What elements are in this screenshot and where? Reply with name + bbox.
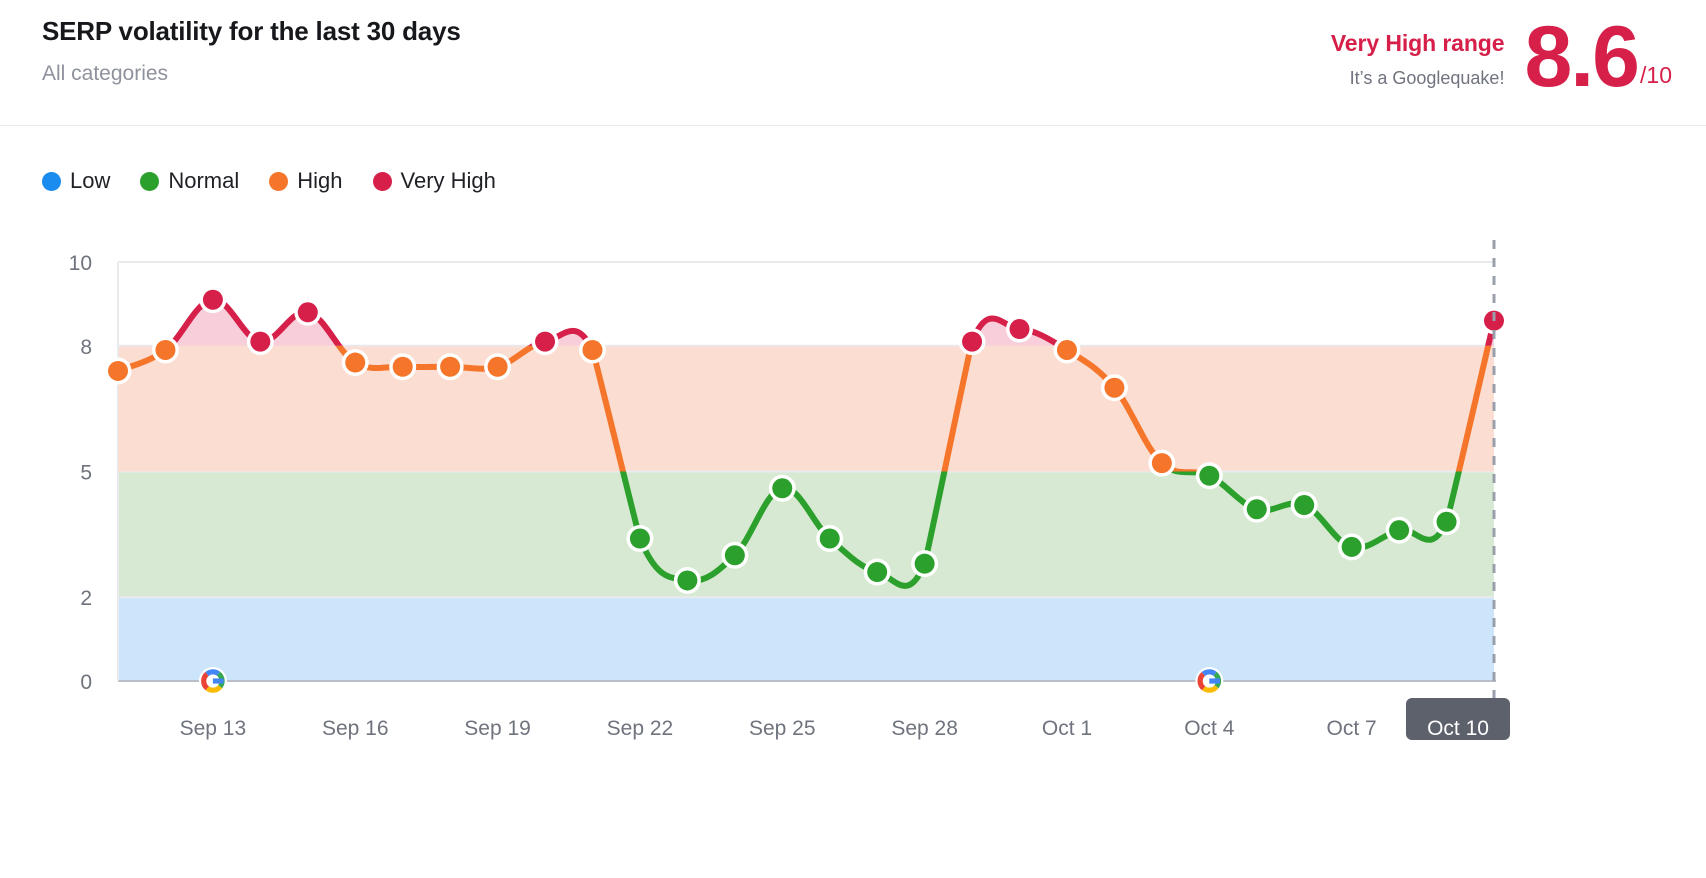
data-point[interactable] bbox=[914, 553, 935, 574]
data-point[interactable] bbox=[1151, 453, 1172, 474]
legend-label-low: Low bbox=[70, 168, 111, 193]
data-point[interactable] bbox=[724, 545, 745, 566]
legend-label-very-high: Very High bbox=[400, 168, 496, 193]
y-tick-label: 2 bbox=[80, 587, 92, 610]
legend-item-low[interactable]: Low bbox=[42, 168, 110, 194]
data-point[interactable] bbox=[867, 562, 888, 583]
y-tick-label: 0 bbox=[80, 671, 92, 694]
legend-item-high[interactable]: High bbox=[269, 168, 343, 194]
header-left: SERP volatility for the last 30 days All… bbox=[42, 16, 461, 86]
x-tick-label: Sep 16 bbox=[322, 717, 389, 740]
x-axis-labels: Sep 13 Sep 16 Sep 19 Sep 22 Sep 25 Sep 28 Oct … bbox=[180, 698, 1510, 740]
y-tick-label: 8 bbox=[80, 336, 92, 359]
data-point[interactable] bbox=[1294, 495, 1315, 516]
data-point[interactable] bbox=[1009, 319, 1030, 340]
data-point[interactable] bbox=[250, 331, 271, 352]
chart-legend: Low Normal High Very High bbox=[42, 168, 496, 194]
score-value: 8.6 bbox=[1524, 9, 1640, 105]
data-point[interactable] bbox=[155, 339, 176, 360]
legend-label-normal: Normal bbox=[168, 168, 240, 193]
x-tick-label: Oct 7 bbox=[1327, 717, 1377, 740]
data-point[interactable] bbox=[1104, 377, 1125, 398]
data-point[interactable] bbox=[677, 570, 698, 591]
data-point[interactable] bbox=[1246, 499, 1267, 520]
data-point[interactable] bbox=[297, 302, 318, 323]
band-normal bbox=[118, 471, 1494, 598]
x-tick-label: Sep 19 bbox=[464, 717, 531, 740]
category-subtitle: All categories bbox=[42, 62, 169, 86]
data-point[interactable] bbox=[629, 528, 650, 549]
legend-label-high: High bbox=[297, 168, 343, 193]
serp-volatility-card: SERP volatility for the last 30 days All… bbox=[0, 0, 1706, 878]
y-tick-label: 5 bbox=[80, 462, 92, 485]
x-tick-label-active: Oct 10 bbox=[1427, 717, 1489, 740]
y-axis-labels: 0 2 5 8 10 bbox=[69, 252, 92, 694]
data-point[interactable] bbox=[1436, 511, 1457, 532]
x-tick-label: Oct 4 bbox=[1184, 717, 1235, 740]
card-header: SERP volatility for the last 30 days All… bbox=[0, 0, 1706, 126]
data-point[interactable] bbox=[962, 331, 983, 352]
volatility-line-chart[interactable]: 025810Sep 13 Sep 16 Sep 19 Sep 22 Sep 25 Sep … bbox=[0, 220, 1706, 780]
data-point[interactable] bbox=[487, 356, 508, 377]
google-g-icon[interactable] bbox=[198, 667, 227, 695]
legend-dot-high-icon bbox=[269, 171, 289, 191]
data-point[interactable] bbox=[819, 528, 840, 549]
data-point[interactable] bbox=[1199, 465, 1220, 486]
legend-item-normal[interactable]: Normal bbox=[140, 168, 239, 194]
score-block: 8.6 /10 bbox=[1524, 9, 1672, 105]
data-point[interactable] bbox=[772, 478, 793, 499]
band-low bbox=[118, 597, 1494, 681]
range-label: Very High range bbox=[1330, 30, 1505, 56]
x-tick-label: Sep 25 bbox=[749, 717, 816, 740]
data-point[interactable] bbox=[1056, 339, 1077, 360]
data-point[interactable] bbox=[202, 289, 223, 310]
data-point[interactable] bbox=[1389, 520, 1410, 541]
data-point[interactable] bbox=[1341, 536, 1362, 557]
data-point[interactable] bbox=[535, 331, 556, 352]
data-point[interactable] bbox=[582, 339, 603, 360]
chart-area[interactable]: 0 2 5 8 10 Sep 13 Sep 16 Sep 19 Sep 22 Sep 25 Sep … bbox=[0, 220, 1706, 780]
data-point[interactable] bbox=[440, 356, 461, 377]
data-point[interactable] bbox=[392, 356, 413, 377]
legend-dot-very-high-icon bbox=[372, 171, 392, 191]
page-title: SERP volatility for the last 30 days bbox=[42, 16, 461, 46]
x-tick-label: Oct 1 bbox=[1042, 717, 1092, 740]
x-tick-label: Sep 13 bbox=[180, 717, 247, 740]
legend-dot-low-icon bbox=[42, 171, 61, 191]
header-right: Very High range It’s a Googlequake! 8.6 … bbox=[1331, 9, 1672, 105]
range-note: It’s a Googlequake! bbox=[1349, 67, 1505, 88]
google-g-icon[interactable] bbox=[1195, 667, 1224, 695]
range-summary: Very High range It’s a Googlequake! bbox=[1331, 18, 1505, 89]
legend-item-very-high[interactable]: Very High bbox=[372, 168, 496, 194]
x-tick-label: Sep 28 bbox=[891, 717, 958, 740]
y-tick-label: 10 bbox=[69, 252, 92, 275]
data-point[interactable] bbox=[345, 352, 366, 373]
data-point[interactable] bbox=[108, 360, 128, 381]
legend-dot-normal-icon bbox=[140, 171, 160, 191]
score-max: /10 bbox=[1640, 62, 1672, 89]
x-tick-label: Sep 22 bbox=[607, 717, 674, 740]
